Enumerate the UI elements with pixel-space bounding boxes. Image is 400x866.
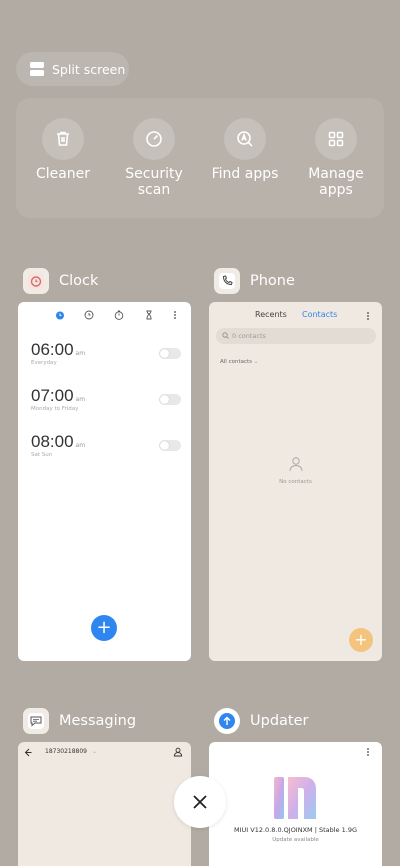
more-options-icon[interactable] (366, 311, 370, 321)
back-arrow-icon[interactable] (24, 748, 32, 757)
cleaner-label: Cleaner (35, 166, 91, 182)
alarm-row[interactable]: 08:00 am Sat Sun (31, 432, 181, 464)
clock-app-header[interactable]: Clock (23, 268, 98, 294)
person-icon (289, 457, 302, 472)
alarm-ampm: am (75, 396, 86, 403)
find-apps-icon (224, 118, 266, 160)
tab-contacts[interactable]: Contacts (302, 310, 337, 319)
close-all-button[interactable] (174, 776, 226, 828)
conversation-header: 18730218809 ⌄ (24, 747, 185, 759)
manage-apps-label: Manage apps (308, 166, 364, 198)
world-clock-tab-icon[interactable] (84, 310, 94, 320)
manage-apps-button[interactable]: Manage apps (291, 118, 381, 198)
clock-app-icon (23, 268, 49, 294)
clock-app-card[interactable]: 06:00 am Everyday 07:00 am Monday to Frida… (18, 302, 191, 661)
cleaner-button[interactable]: Cleaner (18, 118, 108, 182)
contacts-search-input[interactable]: 0 contacts (216, 328, 376, 344)
alarm-row[interactable]: 07:00 am Monday to Friday (31, 386, 181, 418)
find-apps-button[interactable]: Find apps (200, 118, 290, 182)
more-options-icon[interactable] (173, 310, 177, 320)
phone-app-name: Phone (250, 273, 295, 289)
chevron-down-icon: ⌄ (92, 748, 98, 755)
messaging-app-icon (23, 708, 49, 734)
alarm-toggle[interactable] (159, 348, 181, 359)
alarm-ampm: am (75, 350, 86, 357)
tools-panel: Cleaner Security scan Find apps Manage a… (16, 98, 384, 218)
stopwatch-tab-icon[interactable] (114, 310, 124, 320)
alarm-repeat: Sat Sun (31, 452, 53, 458)
alarm-tab-icon[interactable] (55, 310, 65, 320)
alarm-row[interactable]: 06:00 am Everyday (31, 340, 181, 372)
contact-icon[interactable] (173, 747, 183, 757)
alarm-ampm: am (75, 442, 86, 449)
updater-app-card[interactable]: MIUI V12.0.8.0.QJOINXM | Stable 1.9G Upd… (209, 742, 382, 866)
update-status: Update available (272, 837, 319, 843)
empty-state: No contacts (209, 456, 382, 485)
close-icon (193, 795, 207, 809)
conversation-number: 18730218809 (45, 748, 87, 755)
security-icon (133, 118, 175, 160)
phone-app-icon (214, 268, 240, 294)
search-placeholder: 0 contacts (232, 332, 266, 340)
messaging-app-card[interactable]: 18730218809 ⌄ (18, 742, 191, 866)
alarm-toggle[interactable] (159, 394, 181, 405)
phone-app-card[interactable]: Recents Contacts 0 contacts All contacts… (209, 302, 382, 661)
search-icon (222, 332, 229, 339)
timer-tab-icon[interactable] (144, 310, 154, 320)
alarm-repeat: Monday to Friday (31, 406, 79, 412)
security-scan-button[interactable]: Security scan (109, 118, 199, 198)
add-alarm-button[interactable]: + (91, 615, 117, 641)
messaging-app-header[interactable]: Messaging (23, 708, 136, 734)
more-options-icon[interactable] (366, 747, 370, 757)
alarm-time: 07:00 (31, 386, 74, 405)
find-apps-label: Find apps (211, 166, 279, 182)
miui-logo-icon (274, 777, 316, 819)
updater-app-header[interactable]: Updater (214, 708, 308, 734)
updater-app-name: Updater (250, 713, 309, 729)
contacts-filter[interactable]: All contacts ⌄ (220, 359, 258, 365)
messaging-app-name: Messaging (59, 713, 137, 729)
updater-app-icon (214, 708, 240, 734)
split-screen-button[interactable]: Split screen (16, 52, 129, 86)
trash-icon (42, 118, 84, 160)
grid-icon (315, 118, 357, 160)
clock-tabs (18, 308, 191, 324)
tab-recents[interactable]: Recents (255, 310, 287, 319)
alarm-time: 06:00 (31, 340, 74, 359)
empty-text: No contacts (279, 479, 312, 485)
filter-label: All contacts (220, 359, 253, 365)
miui-version: MIUI V12.0.8.0.QJOINXM | Stable 1.9G (234, 826, 357, 834)
alarm-time: 08:00 (31, 432, 74, 451)
add-contact-button[interactable]: + (349, 628, 373, 652)
alarm-toggle[interactable] (159, 440, 181, 451)
clock-app-name: Clock (59, 273, 99, 289)
security-scan-label: Security scan (125, 166, 183, 198)
chevron-down-icon: ⌄ (253, 359, 259, 365)
alarm-repeat: Everyday (31, 360, 57, 366)
phone-app-header[interactable]: Phone (214, 268, 295, 294)
split-screen-label: Split screen (52, 61, 126, 77)
split-screen-icon (30, 62, 44, 76)
